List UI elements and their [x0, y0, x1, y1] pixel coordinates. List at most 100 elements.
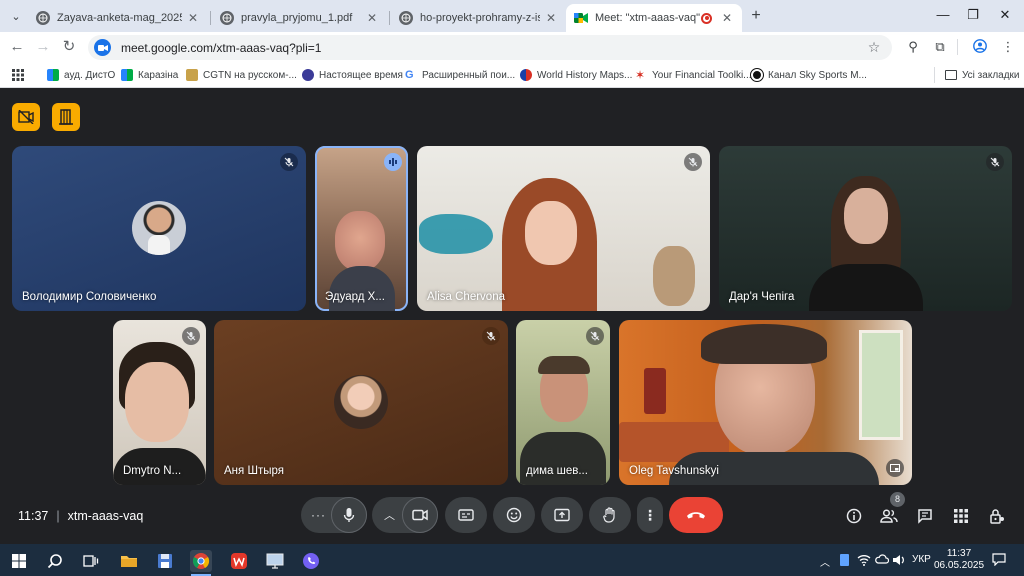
file-explorer-button[interactable] [118, 550, 140, 572]
microphone-button[interactable] [331, 497, 367, 533]
new-tab-button[interactable]: + [746, 6, 766, 26]
participant-name: Dmytro N... [123, 465, 182, 477]
tab-meet[interactable]: Meet: "xtm-aaas-vaq" ✕ [566, 4, 742, 32]
forward-button[interactable]: → [33, 37, 53, 57]
microphone-icon [343, 508, 355, 522]
close-icon[interactable]: ✕ [186, 11, 200, 25]
bookmark-label: Настоящее время [319, 69, 403, 81]
bookmark-aud[interactable]: ауд. ДистО [47, 67, 115, 83]
wps-button[interactable] [228, 550, 250, 572]
more-options-button[interactable]: ⋮ [637, 497, 663, 533]
chrome-taskbar-button[interactable] [190, 550, 212, 572]
activities-button[interactable] [950, 505, 972, 527]
camera-button[interactable] [402, 497, 438, 533]
tab-search-button[interactable]: ⌄ [6, 6, 26, 26]
participant-tile[interactable]: Аня Штыря [214, 320, 508, 485]
close-window-button[interactable]: ✕ [990, 4, 1020, 26]
address-bar[interactable]: meet.google.com/xtm-aaas-vaq?pli=1 ☆ [88, 35, 892, 60]
arrow-right-icon: → [35, 38, 51, 55]
participant-count-badge: 8 [890, 492, 905, 507]
participant-body [809, 264, 923, 311]
participant-name: Аня Штыря [224, 465, 285, 477]
profile-icon[interactable] [972, 39, 988, 55]
site-info-icon[interactable] [94, 39, 111, 56]
pip-icon[interactable] [886, 459, 904, 477]
reload-button[interactable]: ↻ [59, 37, 79, 57]
clock[interactable]: 11:37 06.05.2025 [934, 548, 984, 572]
volume-icon[interactable] [892, 553, 906, 571]
tab-zayava[interactable]: Zayava-anketa-mag_2025_ba00 ✕ [28, 4, 208, 32]
tab-strip: ⌄ Zayava-anketa-mag_2025_ba00 ✕ pravyla_… [0, 0, 1024, 32]
search-button[interactable] [44, 550, 66, 572]
avatar [334, 375, 388, 429]
pin-icon[interactable]: ⚲ [905, 39, 921, 55]
video-off-icon [18, 110, 34, 124]
more-audio-options-icon[interactable]: ··· [311, 508, 326, 522]
close-icon[interactable]: ✕ [365, 11, 379, 25]
leave-call-button[interactable] [669, 497, 723, 533]
wifi-icon[interactable] [857, 553, 871, 571]
participant-tile[interactable]: дима шев... [516, 320, 610, 485]
all-bookmarks[interactable]: Усі закладки [945, 67, 1020, 83]
close-icon[interactable]: ✕ [544, 11, 558, 25]
participant-tile[interactable]: Alisa Chervona [417, 146, 710, 311]
present-button[interactable] [541, 497, 583, 533]
bookmark-star-icon[interactable]: ☆ [864, 39, 884, 56]
chat-button[interactable] [914, 505, 936, 527]
participant-tile[interactable]: Володимир Соловиченко [12, 146, 306, 311]
bookmark-karazina[interactable]: Каразіна [121, 67, 178, 83]
battery-icon[interactable] [840, 554, 849, 566]
close-icon[interactable]: ✕ [720, 11, 734, 25]
apps-icon[interactable] [12, 67, 24, 83]
viber-button[interactable] [300, 550, 322, 572]
task-view-button[interactable] [80, 550, 102, 572]
participant-tile[interactable]: Дар'я Чепіга [719, 146, 1012, 311]
back-button[interactable]: ← [7, 37, 27, 57]
menu-icon[interactable]: ⋮ [1000, 39, 1016, 55]
mic-off-icon [684, 153, 702, 171]
raise-hand-button[interactable] [589, 497, 631, 533]
more-vert-icon: ⋮ [643, 506, 657, 523]
language-indicator[interactable]: УКР [912, 554, 931, 565]
network-app-button[interactable] [264, 550, 286, 572]
participant-tile-speaking[interactable]: Эдуард Х... [315, 146, 408, 311]
participant-tile[interactable]: Dmytro N... [113, 320, 206, 485]
browser-toolbar: ← → ↻ meet.google.com/xtm-aaas-vaq?pli=1… [0, 32, 1024, 62]
tab-title: pravyla_pryjomu_1.pdf [241, 12, 353, 24]
chrome-icon [192, 553, 210, 569]
meeting-code[interactable]: xtm-aaas-vaq [68, 509, 144, 523]
participant-tile[interactable]: Oleg Tavshunskyi [619, 320, 912, 485]
extensions-icon[interactable]: ⧉ [932, 39, 948, 55]
minimize-button[interactable]: — [928, 4, 958, 26]
reactions-button[interactable] [493, 497, 535, 533]
door-icon [59, 109, 73, 125]
show-hidden-icons[interactable]: ︿ [820, 554, 830, 569]
captions-button[interactable] [445, 497, 487, 533]
people-button[interactable] [878, 505, 900, 527]
meeting-details-button[interactable] [843, 505, 865, 527]
start-button[interactable] [8, 550, 30, 572]
close-icon: ✕ [999, 7, 1011, 22]
host-controls-lock-button[interactable] [986, 505, 1008, 527]
google-icon: G [405, 69, 414, 81]
participant-face [844, 188, 888, 244]
folder-icon [945, 70, 957, 80]
door-button[interactable] [52, 103, 80, 131]
tab-proyekt[interactable]: ho-proyekt-prohramy-z-istoriy ✕ [391, 4, 566, 32]
arrow-left-icon: ← [9, 38, 25, 55]
bookmark-google[interactable]: G Расширенный пои... [405, 67, 515, 83]
cloud-icon[interactable] [875, 552, 890, 570]
tab-pravyla[interactable]: pravyla_pryjomu_1.pdf ✕ [212, 4, 387, 32]
globe-icon [36, 11, 50, 25]
bookmark-sky-sports[interactable]: Канал Sky Sports M... [750, 67, 867, 83]
bookmark-nt[interactable]: Настоящее время [302, 67, 403, 83]
chevron-up-icon[interactable]: ︿ [384, 507, 395, 523]
notifications-icon[interactable] [992, 553, 1006, 571]
bookmark-financial[interactable]: ✶ Your Financial Toolki... [635, 67, 752, 83]
bookmark-world-history[interactable]: World History Maps... [520, 67, 632, 83]
bookmark-label: Каразіна [138, 69, 179, 81]
host-controls-button[interactable] [12, 103, 40, 131]
save-app-button[interactable] [154, 550, 176, 572]
bookmark-cgtn[interactable]: CGTN на русском-... [186, 67, 297, 83]
restore-button[interactable]: ❐ [958, 4, 988, 26]
